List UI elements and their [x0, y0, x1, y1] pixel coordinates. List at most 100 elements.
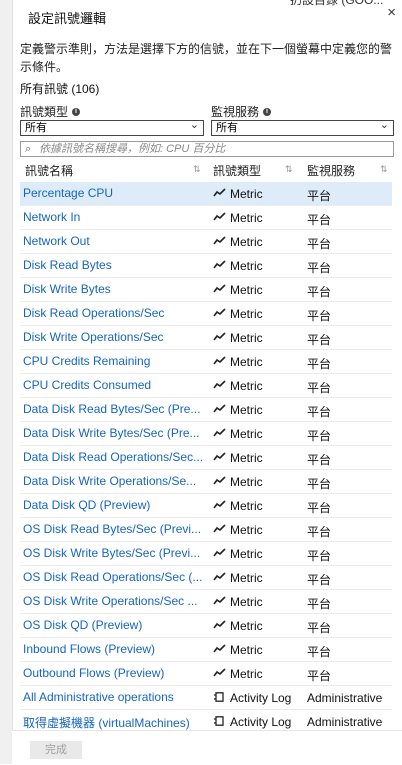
table-row[interactable]: OS Disk QD (Preview) Metric 平台 [20, 614, 392, 638]
signal-name-link[interactable]: Data Disk QD (Preview) [23, 498, 205, 512]
signal-name-link[interactable]: 取得虛擬機器 (virtualMachines) [23, 714, 205, 731]
signal-type-cell: Metric [213, 307, 263, 321]
signal-name-link[interactable]: Disk Write Bytes [23, 282, 205, 296]
signal-name-link[interactable]: Network In [23, 210, 205, 224]
table-row[interactable]: Outbound Flows (Preview) Metric 平台 [20, 662, 392, 686]
signal-count-label: 所有訊號 (106) [20, 82, 100, 96]
signal-type-text: Metric [230, 187, 263, 201]
monitor-service-cell: 平台 [307, 405, 332, 419]
monitor-service-cell: 平台 [307, 381, 332, 395]
table-row[interactable]: Inbound Flows (Preview) Metric 平台 [20, 638, 392, 662]
chevron-down-icon: ⌄ [189, 119, 199, 131]
metric-icon [213, 667, 226, 681]
close-icon[interactable]: × [387, 4, 396, 21]
signal-name-link[interactable]: OS Disk Write Bytes/Sec (Previ... [23, 546, 205, 560]
signal-name-link[interactable]: Disk Write Operations/Sec [23, 330, 205, 344]
signal-name-link[interactable]: Disk Read Operations/Sec [23, 306, 205, 320]
metric-icon [213, 643, 226, 657]
monitor-service-dropdown[interactable]: 所有 ⌄ [211, 119, 394, 136]
signal-name-link[interactable]: Outbound Flows (Preview) [23, 666, 205, 680]
table-row[interactable]: CPU Credits Consumed Metric 平台 [20, 374, 392, 398]
metric-icon [213, 283, 226, 297]
signal-name-link[interactable]: CPU Credits Remaining [23, 354, 205, 368]
info-icon[interactable]: i [263, 107, 272, 116]
table-row[interactable]: OS Disk Read Operations/Sec (... Metric 平台 [20, 566, 392, 590]
signal-type-cell: Metric [213, 283, 263, 297]
signal-name-link[interactable]: OS Disk QD (Preview) [23, 618, 205, 632]
signal-type-cell: Metric [213, 403, 263, 417]
table-row[interactable]: Percentage CPU Metric 平台 [20, 182, 392, 206]
table-row[interactable]: CPU Credits Remaining Metric 平台 [20, 350, 392, 374]
signal-type-text: Metric [230, 619, 263, 633]
table-row[interactable]: Network In Metric 平台 [20, 206, 392, 230]
signal-type-text: Metric [230, 643, 263, 657]
signal-search-input[interactable]: ⌕ 依據訊號名稱搜尋，例如: CPU 百分比 [20, 141, 394, 157]
table-row[interactable]: Data Disk Write Operations/Se... Metric 平台 [20, 470, 392, 494]
column-header-service[interactable]: 監視服務 [307, 162, 355, 179]
table-row[interactable]: Data Disk Read Operations/Sec... Metric 平台 [20, 446, 392, 470]
monitor-service-cell: 平台 [307, 429, 332, 443]
metric-icon [213, 547, 226, 561]
info-icon[interactable]: i [72, 107, 81, 116]
column-header-type[interactable]: 訊號類型 [213, 162, 261, 179]
signal-name-link[interactable]: OS Disk Read Bytes/Sec (Previ... [23, 522, 205, 536]
table-header: 訊號名稱 ⇅ 訊號類型 ⇅ 監視服務 ⇅ [20, 160, 392, 182]
signal-name-link[interactable]: OS Disk Read Operations/Sec (... [23, 570, 205, 584]
table-row[interactable]: Data Disk Write Bytes/Sec (Pre... Metric 平… [20, 422, 392, 446]
sort-icon[interactable]: ⇅ [193, 164, 201, 175]
monitor-service-cell: 平台 [307, 357, 332, 371]
monitor-service-cell: 平台 [307, 333, 332, 347]
done-button[interactable]: 完成 [30, 741, 82, 759]
table-row[interactable]: Disk Read Bytes Metric 平台 [20, 254, 392, 278]
signal-type-label: 訊號類型 [20, 105, 69, 119]
signal-name-link[interactable]: Network Out [23, 234, 205, 248]
monitor-service-cell: 平台 [307, 453, 332, 467]
signal-type-dropdown[interactable]: 所有 ⌄ [20, 119, 204, 136]
signal-type-cell: Metric [213, 619, 263, 633]
table-row[interactable]: Disk Read Operations/Sec Metric 平台 [20, 302, 392, 326]
signal-name-link[interactable]: CPU Credits Consumed [23, 378, 205, 392]
monitor-service-cell: 平台 [307, 549, 332, 563]
monitor-service-cell: 平台 [307, 621, 332, 635]
signal-name-link[interactable]: Percentage CPU [23, 186, 205, 200]
signal-name-link[interactable]: All Administrative operations [23, 690, 205, 704]
metric-icon [213, 451, 226, 465]
signal-type-text: Metric [230, 211, 263, 225]
table-row[interactable]: Disk Write Operations/Sec Metric 平台 [20, 326, 392, 350]
signal-type-cell: Metric [213, 499, 263, 513]
column-header-name[interactable]: 訊號名稱 [25, 162, 73, 179]
sort-icon[interactable]: ⇅ [380, 164, 388, 175]
table-row[interactable]: Network Out Metric 平台 [20, 230, 392, 254]
monitor-service-label-wrap: 監視服務 i [211, 103, 272, 120]
signal-type-cell: Metric [213, 643, 263, 657]
monitor-service-cell: 平台 [307, 237, 332, 251]
background-strip [0, 0, 13, 764]
background-title-fragment: 扔設目錄 (GOO... [290, 0, 384, 7]
signal-type-cell: Metric [213, 379, 263, 393]
signal-type-cell: Metric [213, 211, 263, 225]
signal-name-link[interactable]: Disk Read Bytes [23, 258, 205, 272]
signal-name-link[interactable]: Data Disk Read Bytes/Sec (Pre... [23, 402, 205, 416]
signal-type-text: Metric [230, 379, 263, 393]
table-row[interactable]: All Administrative operations Activity Lo… [20, 686, 392, 710]
table-row[interactable]: OS Disk Write Operations/Sec ... Metric 平台 [20, 590, 392, 614]
signal-type-text: Metric [230, 499, 263, 513]
signal-name-link[interactable]: OS Disk Write Operations/Sec ... [23, 594, 205, 608]
signal-name-link[interactable]: Data Disk Write Bytes/Sec (Pre... [23, 426, 205, 440]
signal-type-cell: Metric [213, 595, 263, 609]
signal-name-link[interactable]: Data Disk Write Operations/Se... [23, 474, 205, 488]
sort-icon[interactable]: ⇅ [285, 164, 293, 175]
monitor-service-cell: 平台 [307, 261, 332, 275]
table-row[interactable]: Data Disk Read Bytes/Sec (Pre... Metric 平台 [20, 398, 392, 422]
table-row[interactable]: Disk Write Bytes Metric 平台 [20, 278, 392, 302]
signal-type-text: Activity Log [230, 715, 292, 729]
monitor-service-cell: 平台 [307, 501, 332, 515]
signal-name-link[interactable]: Inbound Flows (Preview) [23, 642, 205, 656]
table-row[interactable]: OS Disk Write Bytes/Sec (Previ... Metric 平… [20, 542, 392, 566]
signal-type-text: Metric [230, 283, 263, 297]
table-row[interactable]: OS Disk Read Bytes/Sec (Previ... Metric 平台 [20, 518, 392, 542]
table-row[interactable]: Data Disk QD (Preview) Metric 平台 [20, 494, 392, 518]
signal-name-link[interactable]: Data Disk Read Operations/Sec... [23, 450, 205, 464]
metric-icon [213, 475, 226, 489]
signal-type-cell: Metric [213, 523, 263, 537]
